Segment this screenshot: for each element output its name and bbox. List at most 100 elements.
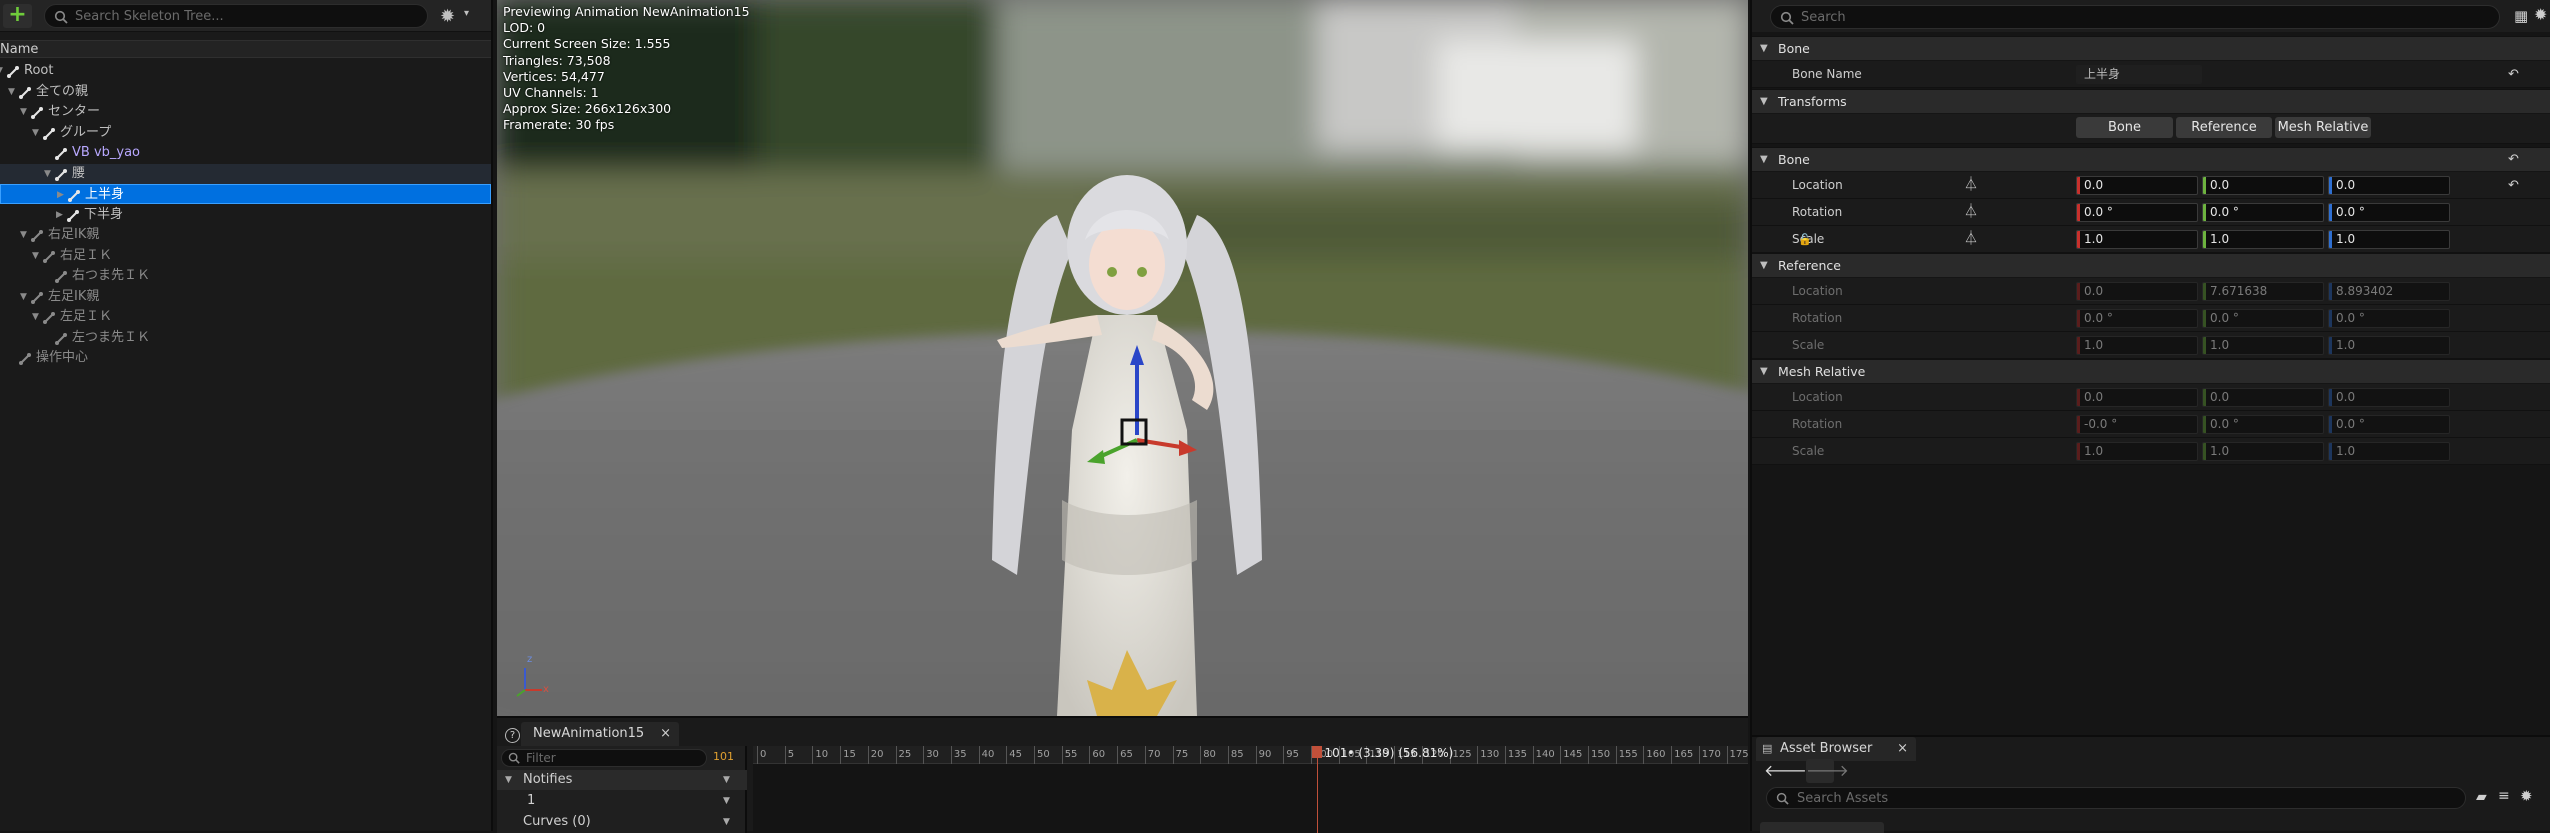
track-curves[interactable]: Curves (0) ▼ [497, 812, 747, 832]
expand-arrow-icon[interactable]: ▼ [8, 82, 15, 102]
value-field-z[interactable]: 0.0 ° [2328, 203, 2450, 222]
property-label: Scale [1792, 444, 1825, 458]
playhead[interactable] [1316, 746, 1318, 833]
add-icon[interactable]: + [3, 4, 32, 28]
reset-icon[interactable]: ↶ [2508, 172, 2519, 199]
settings-gear-icon[interactable]: ✹ [2520, 787, 2533, 805]
coordinate-space-icon[interactable]: ⏃ [1964, 172, 1978, 199]
reset-icon[interactable]: ↶ [2508, 148, 2519, 172]
bone-row[interactable]: ▼ Root [0, 61, 491, 81]
bone-row[interactable]: 左つま先ＩＫ [0, 328, 491, 348]
expand-arrow-icon[interactable]: ▼ [32, 246, 39, 266]
bone-name-row: Bone Name 上半身 ↶ [1752, 61, 2550, 88]
ruler-tick-line [812, 746, 814, 764]
value-field-y[interactable]: 0.0 ° [2202, 203, 2324, 222]
track-notify-1[interactable]: 1 ▼ [497, 791, 747, 811]
group-bone[interactable]: ▼ Bone ↶ [1752, 147, 2550, 171]
bone-row[interactable]: ▼ グループ [0, 123, 491, 143]
reset-icon[interactable]: ↶ [2508, 61, 2519, 88]
value-field-y[interactable]: 0.0 [2202, 176, 2324, 195]
value-field-x[interactable]: 0.0 ° [2076, 203, 2198, 222]
expand-arrow-icon[interactable]: ▼ [32, 307, 39, 327]
transform-row-scale: Scale ⏃ 🔓 1.0 1.0 1.0 [1752, 226, 2550, 253]
bone-row[interactable]: ▼ 左足IK親 [0, 287, 491, 307]
search-icon [1780, 11, 1794, 25]
forward-arrow-icon[interactable]: 🡒 [1806, 759, 1849, 783]
ruler-tick-label: 50 [1037, 749, 1050, 760]
expand-arrow-icon[interactable]: ▼ [20, 102, 27, 122]
bone-icon [19, 86, 31, 99]
settings-gear-icon[interactable]: ✹ ▾ [440, 6, 469, 27]
value-text: 0.0 ° [2084, 205, 2113, 219]
mode-mesh-relative-button[interactable]: Mesh Relative [2275, 117, 2371, 138]
bone-name-value[interactable]: 上半身 [2076, 65, 2202, 84]
chevron-down-icon[interactable]: ▼ [723, 770, 730, 790]
mode-bone-button[interactable]: Bone [2076, 117, 2173, 138]
group-reference[interactable]: ▼ Reference [1752, 253, 2550, 277]
current-frame-display[interactable]: 101 [713, 750, 734, 763]
collapsed-arrow-icon[interactable]: ▶ [57, 185, 64, 205]
bone-row[interactable]: ▶ 上半身 [0, 184, 491, 204]
track-notifies[interactable]: ▼ Notifies ▼ [497, 770, 747, 790]
lock-icon[interactable]: 🔓 [1798, 226, 1812, 253]
bone-row[interactable]: ▼ 右足IK親 [0, 225, 491, 245]
preview-viewport[interactable]: Previewing Animation NewAnimation15 LOD: … [497, 0, 1748, 716]
ruler-tick-line [1200, 746, 1202, 764]
bone-row[interactable]: ▼ 左足ＩＫ [0, 307, 491, 327]
expand-arrow-icon[interactable]: ▼ [20, 287, 27, 307]
bone-name-label: Bone Name [1792, 67, 1862, 81]
bone-row[interactable]: ▼ 右足ＩＫ [0, 246, 491, 266]
settings-gear-icon[interactable]: ✹ [2534, 5, 2547, 24]
coordinate-space-icon[interactable]: ⏃ [1964, 199, 1978, 226]
asset-search-input[interactable]: Search Assets [1766, 787, 2466, 809]
bone-row[interactable]: VB vb_yao [0, 143, 491, 163]
asset-filter-chip[interactable] [1760, 822, 1884, 833]
bone-row[interactable]: ▼ センター [0, 102, 491, 122]
coordinate-space-icon[interactable]: ⏃ [1964, 226, 1978, 253]
bone-icon [19, 353, 31, 365]
search-icon [1776, 792, 1789, 805]
skeleton-search-input[interactable]: Search Skeleton Tree... [44, 4, 428, 28]
value-field-y[interactable]: 1.0 [2202, 230, 2324, 249]
table-view-icon[interactable]: ▦ [2514, 7, 2528, 25]
close-icon[interactable]: × [1897, 737, 1908, 761]
bone-label: Root [24, 63, 54, 78]
close-icon[interactable]: × [660, 722, 671, 746]
mode-reference-button[interactable]: Reference [2176, 117, 2272, 138]
expand-arrow-icon[interactable]: ▼ [32, 123, 39, 143]
ruler-tick-label: 70 [1147, 749, 1161, 760]
expand-arrow-icon[interactable]: ▼ [0, 61, 3, 81]
bone-row[interactable]: ▼ 全ての親 [0, 82, 491, 102]
value-field-z[interactable]: 0.0 [2328, 176, 2450, 195]
filter-icon[interactable]: ≡ [2498, 788, 2510, 804]
axis-color-bar [2203, 283, 2206, 300]
section-bone[interactable]: ▼ Bone [1752, 36, 2550, 60]
back-arrow-icon[interactable]: 🡐 [1764, 759, 1807, 783]
tab-newanimation15[interactable]: NewAnimation15 × [521, 722, 679, 746]
help-icon[interactable]: ? [505, 728, 520, 743]
value-field-z[interactable]: 1.0 [2328, 230, 2450, 249]
bone-row[interactable]: ▶ 下半身 [0, 205, 491, 225]
tab-asset-browser[interactable]: ▤ Asset Browser × [1756, 737, 1916, 761]
collapsed-arrow-icon[interactable]: ▶ [56, 205, 63, 225]
animation-timeline: ? NewAnimation15 × Filter 101 ▼ Notifies… [497, 716, 1749, 833]
playhead-handle[interactable] [1311, 746, 1322, 758]
chevron-down-icon[interactable]: ▼ [723, 812, 730, 832]
value-field-x[interactable]: 0.0 [2076, 176, 2198, 195]
bone-row[interactable]: ▼ 腰 [0, 163, 491, 184]
timeline-ruler[interactable]: 0 5 10 15 20 25 30 35 40 45 50 55 60 65 70 75 80 85 90 95 10… [753, 746, 1749, 764]
bone-row[interactable]: 右つま先ＩＫ [0, 266, 491, 286]
ruler-tick-line [1726, 746, 1728, 764]
timeline-filter-input[interactable]: Filter [501, 749, 707, 767]
chevron-down-icon[interactable]: ▼ [723, 791, 730, 811]
folder-icon[interactable]: ▰ [2476, 789, 2487, 805]
bone-label: 左つま先ＩＫ [72, 329, 151, 345]
timeline-tracks[interactable] [753, 764, 1748, 833]
details-search-input[interactable]: Search [1770, 5, 2500, 29]
group-mesh-relative[interactable]: ▼ Mesh Relative [1752, 359, 2550, 383]
expand-arrow-icon[interactable]: ▼ [44, 164, 51, 184]
bone-row[interactable]: 操作中心 [0, 348, 491, 368]
section-transforms[interactable]: ▼ Transforms [1752, 89, 2550, 113]
expand-arrow-icon[interactable]: ▼ [20, 225, 27, 245]
value-field-x[interactable]: 1.0 [2076, 230, 2198, 249]
